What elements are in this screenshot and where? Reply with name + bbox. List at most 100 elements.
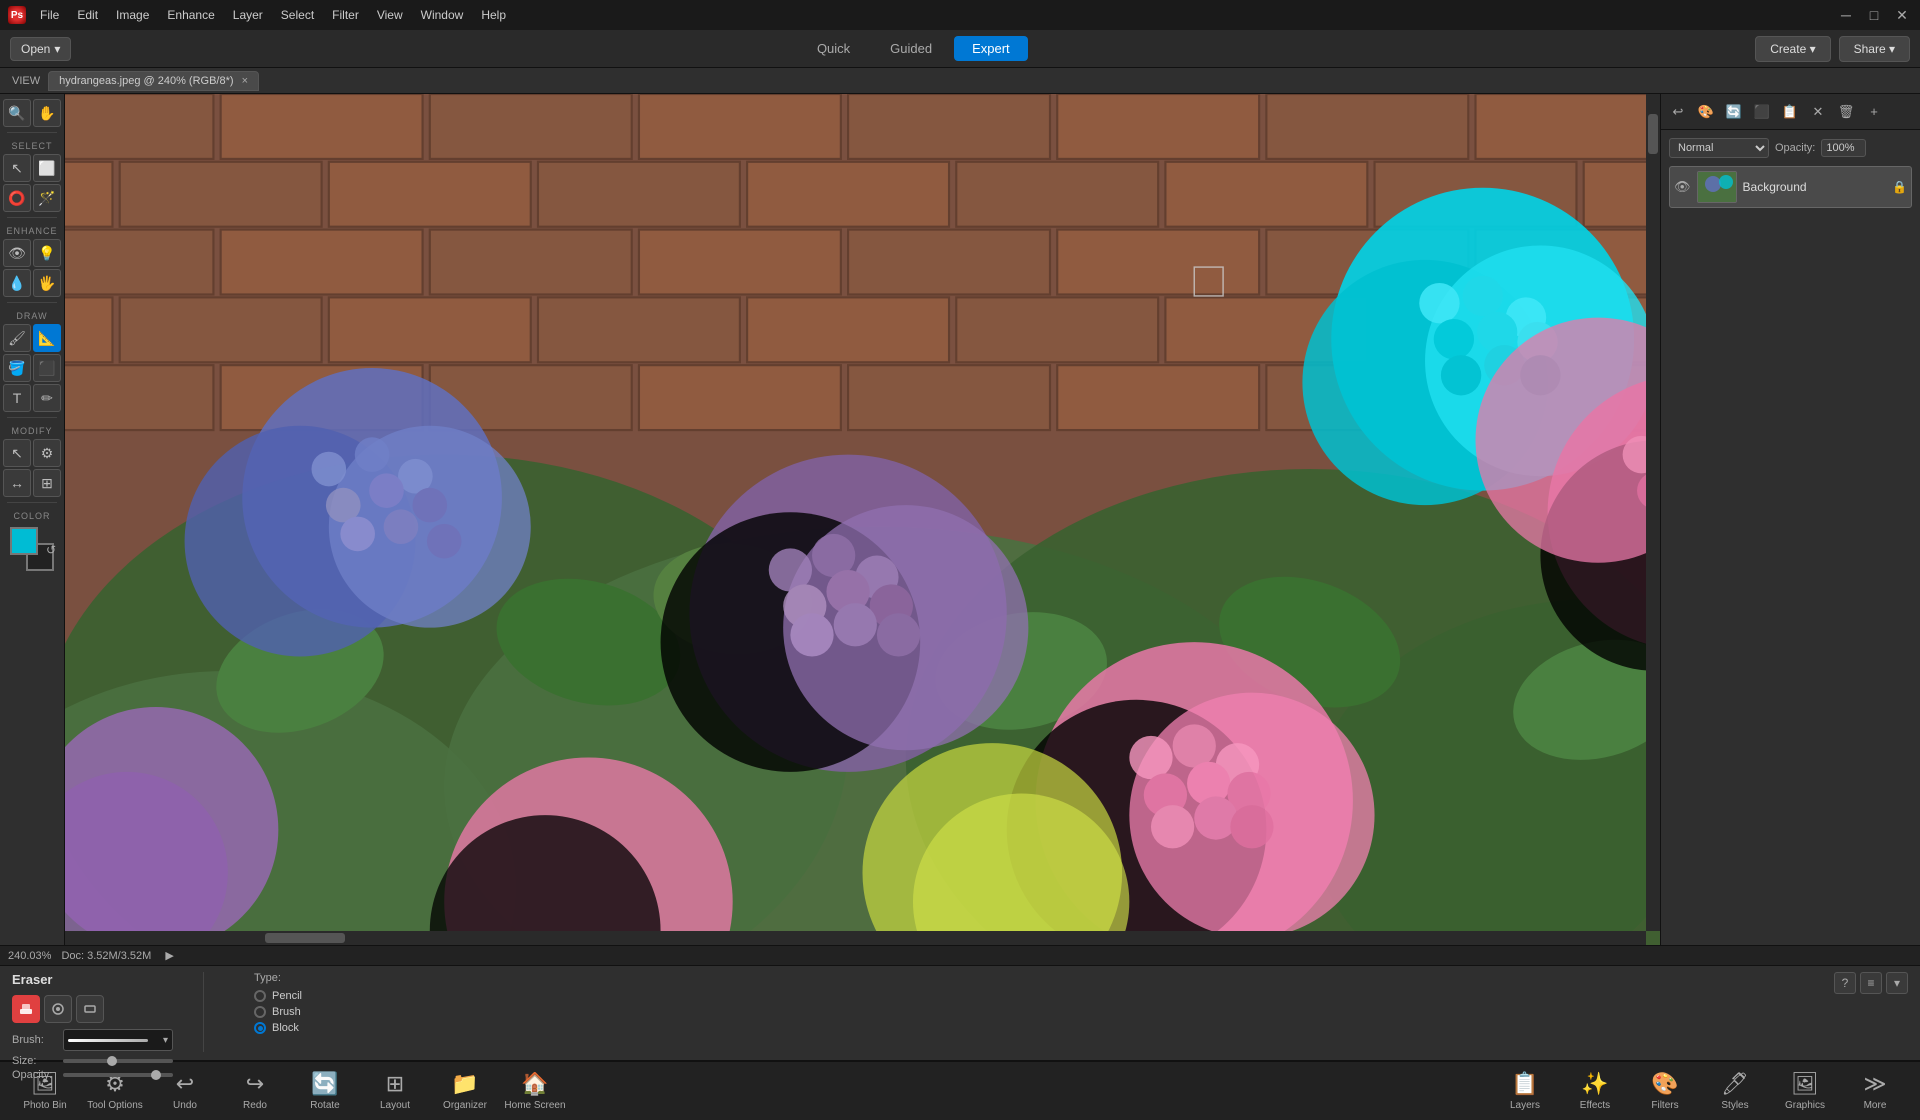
menu-view[interactable]: View (369, 4, 411, 26)
lasso-tool[interactable]: ⭕ (3, 184, 31, 212)
menu-filter[interactable]: Filter (324, 4, 367, 26)
size-slider-thumb[interactable] (107, 1056, 117, 1066)
options-help-buttons: ? ≡ ▾ (1834, 972, 1908, 994)
marquee-tool[interactable]: ⬜ (33, 154, 61, 182)
eraser-active-button[interactable] (12, 995, 40, 1023)
dock-more[interactable]: ≫ More (1840, 1065, 1910, 1117)
shape-tool[interactable]: ⬛ (33, 354, 61, 382)
recompose-tool[interactable]: ⚙ (33, 439, 61, 467)
rt-btn-5[interactable]: 📋 (1777, 100, 1803, 124)
options-collapse-button[interactable]: ▾ (1886, 972, 1908, 994)
dock-rotate[interactable]: 🔄 Rotate (290, 1065, 360, 1117)
type-block-label: Block (272, 1022, 299, 1034)
dock-effects[interactable]: ✨ Effects (1560, 1065, 1630, 1117)
blur-tool[interactable]: 💧 (3, 269, 31, 297)
forward-arrow-icon[interactable]: ▶ (165, 949, 173, 962)
tab-quick[interactable]: Quick (799, 36, 868, 61)
text-tool[interactable]: T (3, 384, 31, 412)
options-help-button[interactable]: ? (1834, 972, 1856, 994)
photo-bin-icon: 🖼 (31, 1071, 59, 1097)
rt-btn-3[interactable]: 🔄 (1721, 100, 1747, 124)
pencil-tool[interactable]: ✏ (33, 384, 61, 412)
dock-filters[interactable]: 🎨 Filters (1630, 1065, 1700, 1117)
size-slider[interactable] (63, 1059, 173, 1063)
smudge-tool[interactable]: 🖐 (33, 269, 61, 297)
brush-row: Brush: ▾ (12, 1029, 173, 1051)
menu-help[interactable]: Help (473, 4, 514, 26)
menu-file[interactable]: File (32, 4, 67, 26)
move-tool[interactable]: ↖ (3, 154, 31, 182)
brush-dropdown-icon: ▾ (163, 1035, 168, 1046)
blend-mode-bar: Normal Multiply Screen Opacity: (1669, 138, 1912, 158)
reset-colors-icon[interactable]: ↺ (46, 543, 56, 557)
crop-tool[interactable]: ↖ (3, 439, 31, 467)
layer-visibility-icon[interactable]: 👁 (1674, 179, 1691, 195)
type-block-radio[interactable] (254, 1022, 266, 1034)
type-section: Type: Pencil Brush Block (234, 972, 302, 1038)
options-list-button[interactable]: ≡ (1860, 972, 1882, 994)
eraser-tool[interactable]: 📐 (33, 324, 61, 352)
share-button[interactable]: Share ▾ (1839, 36, 1910, 62)
vertical-scrollbar[interactable] (1646, 94, 1660, 931)
canvas-area[interactable] (65, 94, 1660, 945)
eye-tool[interactable]: 👁 (3, 239, 31, 267)
dock-layout[interactable]: ⊞ Layout (360, 1065, 430, 1117)
magic-wand-tool[interactable]: 🪄 (33, 184, 61, 212)
v-scroll-thumb[interactable] (1648, 114, 1658, 154)
doc-tab-close[interactable]: × (242, 75, 248, 87)
minimize-button[interactable]: ─ (1836, 5, 1856, 25)
dock-redo[interactable]: ↪ Redo (220, 1065, 290, 1117)
layer-thumbnail (1697, 171, 1737, 203)
tab-expert[interactable]: Expert (954, 36, 1028, 61)
h-scroll-thumb[interactable] (265, 933, 345, 943)
document-tab[interactable]: hydrangeas.jpeg @ 240% (RGB/8*) × (48, 71, 259, 91)
dock-organizer[interactable]: 📁 Organizer (430, 1065, 500, 1117)
close-button[interactable]: ✕ (1892, 5, 1912, 25)
maximize-button[interactable]: □ (1864, 5, 1884, 25)
rt-btn-4[interactable]: ⬛ (1749, 100, 1775, 124)
rt-btn-1[interactable]: ↩ (1665, 100, 1691, 124)
doc-size-status: Doc: 3.52M/3.52M (61, 950, 151, 962)
rt-btn-7[interactable]: 🗑 (1833, 100, 1859, 124)
tab-guided[interactable]: Guided (872, 36, 950, 61)
rt-btn-2[interactable]: 🎨 (1693, 100, 1719, 124)
straighten-tool[interactable]: ↔ (3, 469, 31, 497)
hand-tool[interactable]: ✋ (33, 99, 61, 127)
dock-layers[interactable]: 📋 Layers (1490, 1065, 1560, 1117)
horizontal-scrollbar[interactable] (65, 931, 1646, 945)
layer-lock-icon[interactable]: 🔒 (1892, 180, 1907, 194)
resize-tool[interactable]: ⊞ (33, 469, 61, 497)
type-pencil-radio[interactable] (254, 990, 266, 1002)
tool-options-bar: Eraser Brush: ▾ Size: Op (0, 965, 1920, 1060)
menu-image[interactable]: Image (108, 4, 157, 26)
dodge-burn-tool[interactable]: 💡 (33, 239, 61, 267)
paint-bucket-tool[interactable]: 🪣 (3, 354, 31, 382)
eraser-mode2-button[interactable] (44, 995, 72, 1023)
dock-graphics[interactable]: 🖼 Graphics (1770, 1065, 1840, 1117)
layer-item-background[interactable]: 👁 Background 🔒 (1669, 166, 1912, 208)
menu-enhance[interactable]: Enhance (159, 4, 222, 26)
opacity-slider[interactable] (63, 1073, 173, 1077)
enhance-tools-2: 💧 🖐 (3, 269, 61, 297)
rt-btn-6[interactable]: ✕ (1805, 100, 1831, 124)
zoom-tool[interactable]: 🔍 (3, 99, 31, 127)
mode-bar: Open ▾ Quick Guided Expert Create ▾ Shar… (0, 30, 1920, 68)
blend-mode-select[interactable]: Normal Multiply Screen (1669, 138, 1769, 158)
menu-select[interactable]: Select (273, 4, 322, 26)
menu-window[interactable]: Window (413, 4, 472, 26)
brush-preview-button[interactable]: ▾ (63, 1029, 173, 1051)
create-button[interactable]: Create ▾ (1755, 36, 1830, 62)
opacity-input[interactable] (1821, 139, 1866, 157)
eraser-mode3-button[interactable] (76, 995, 104, 1023)
rt-btn-8[interactable]: + (1861, 100, 1887, 124)
menu-edit[interactable]: Edit (69, 4, 106, 26)
dock-styles[interactable]: 🖊 Styles (1700, 1065, 1770, 1117)
foreground-color-swatch[interactable] (10, 527, 38, 555)
type-brush-radio[interactable] (254, 1006, 266, 1018)
create-label: Create (1770, 42, 1806, 56)
opacity-slider-thumb[interactable] (151, 1070, 161, 1080)
menu-layer[interactable]: Layer (225, 4, 271, 26)
open-button[interactable]: Open ▾ (10, 37, 71, 61)
brush-tool[interactable]: 🖌 (3, 324, 31, 352)
dock-home-screen[interactable]: 🏠 Home Screen (500, 1065, 570, 1117)
